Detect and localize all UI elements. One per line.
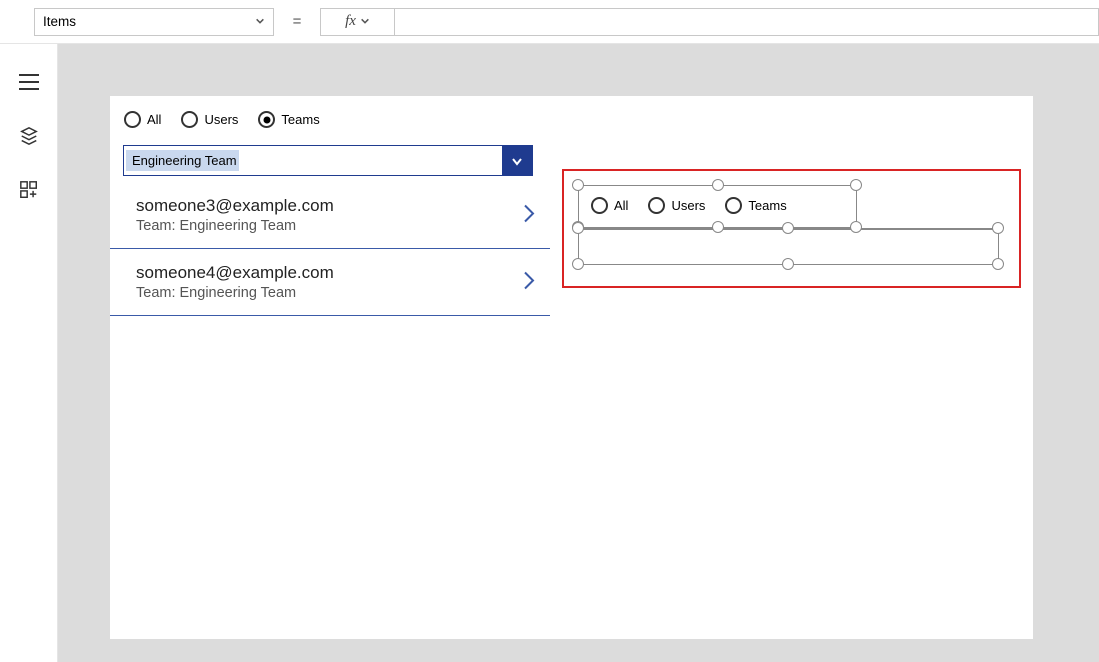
radio-label: Users: [671, 198, 705, 213]
resize-grip[interactable]: [992, 258, 1004, 270]
workspace: All Users Teams Engineering Team: [0, 44, 1099, 662]
result-team: Team: Engineering Team: [136, 285, 540, 301]
resize-grip[interactable]: [712, 221, 724, 233]
filter-radio-group: All Users Teams: [124, 111, 320, 128]
formula-input[interactable]: [394, 8, 1099, 36]
result-team: Team: Engineering Team: [136, 218, 540, 234]
radio-label: All: [614, 198, 628, 213]
radio-label: All: [147, 112, 161, 127]
chevron-down-icon: [255, 14, 265, 29]
radio-icon: [725, 197, 742, 214]
resize-grip[interactable]: [572, 258, 584, 270]
designer-selection-outline[interactable]: All Users Teams: [562, 169, 1021, 288]
filter-radio-users[interactable]: Users: [181, 111, 238, 128]
radio-icon: [591, 197, 608, 214]
radio-icon: [181, 111, 198, 128]
components-icon[interactable]: [19, 180, 39, 200]
resize-grip[interactable]: [850, 221, 862, 233]
chevron-right-icon: [522, 203, 536, 228]
formula-bar: Items = fx: [0, 0, 1099, 44]
menu-icon[interactable]: [19, 72, 39, 92]
resize-grip[interactable]: [572, 179, 584, 191]
chevron-right-icon: [522, 270, 536, 295]
designer-radio-teams[interactable]: Teams: [725, 197, 786, 214]
left-rail: [0, 44, 58, 662]
chevron-down-icon: [502, 146, 532, 175]
screens-icon[interactable]: [19, 126, 39, 146]
filter-radio-all[interactable]: All: [124, 111, 161, 128]
result-email: someone4@example.com: [136, 263, 540, 283]
resize-grip[interactable]: [712, 179, 724, 191]
designer-radio-all[interactable]: All: [591, 197, 628, 214]
property-selector[interactable]: Items: [34, 8, 274, 36]
result-email: someone3@example.com: [136, 196, 540, 216]
designer-radio-group[interactable]: All Users Teams: [591, 197, 787, 214]
radio-icon: [124, 111, 141, 128]
equals-label: =: [274, 13, 320, 30]
canvas-scroll-area[interactable]: All Users Teams Engineering Team: [58, 44, 1099, 662]
resize-grip[interactable]: [850, 179, 862, 191]
resize-grip[interactable]: [782, 222, 794, 234]
radio-label: Teams: [748, 198, 786, 213]
radio-label: Users: [204, 112, 238, 127]
resize-grip[interactable]: [992, 222, 1004, 234]
results-list: someone3@example.com Team: Engineering T…: [110, 182, 550, 316]
team-dropdown[interactable]: Engineering Team: [123, 145, 533, 176]
radio-icon: [258, 111, 275, 128]
result-item[interactable]: someone4@example.com Team: Engineering T…: [110, 249, 550, 316]
filter-radio-teams[interactable]: Teams: [258, 111, 319, 128]
radio-label: Teams: [281, 112, 319, 127]
property-selector-label: Items: [43, 14, 76, 29]
designer-radio-users[interactable]: Users: [648, 197, 705, 214]
app-canvas[interactable]: All Users Teams Engineering Team: [110, 96, 1033, 639]
result-item[interactable]: someone3@example.com Team: Engineering T…: [110, 182, 550, 249]
fx-label: fx: [345, 13, 356, 30]
team-dropdown-value: Engineering Team: [126, 150, 239, 171]
radio-icon: [648, 197, 665, 214]
fx-button[interactable]: fx: [320, 8, 394, 36]
resize-grip[interactable]: [782, 258, 794, 270]
resize-grip[interactable]: [572, 222, 584, 234]
chevron-down-icon: [360, 14, 370, 29]
